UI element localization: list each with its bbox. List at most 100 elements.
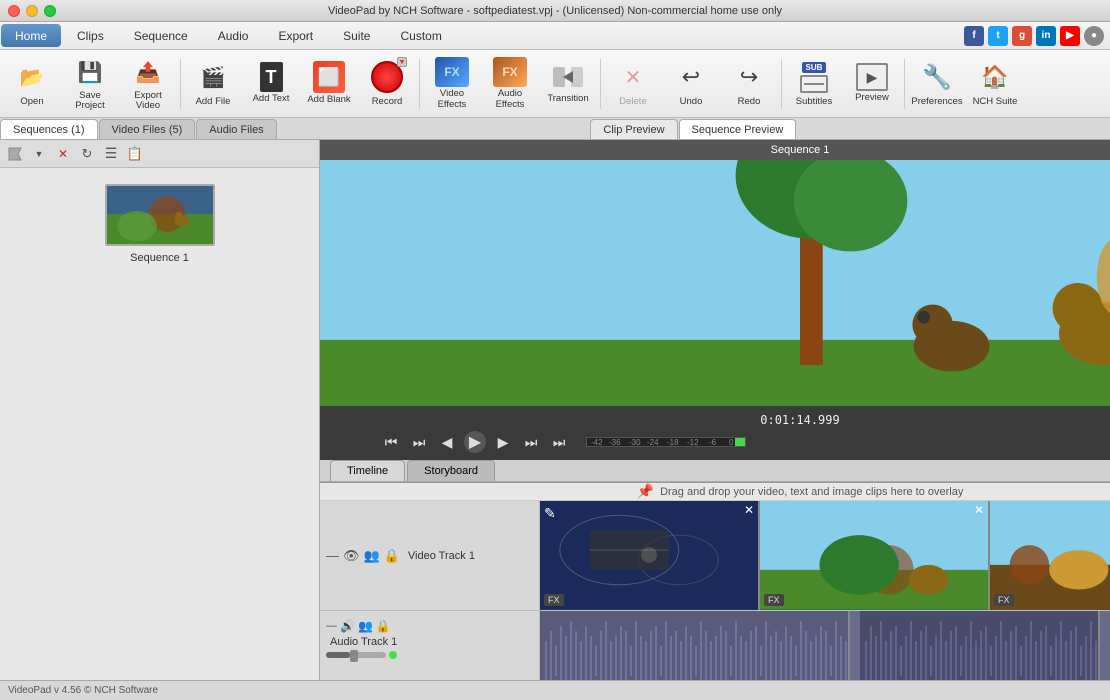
audio-track: — 🔊 👥 🔒 Audio Track 1 bbox=[320, 611, 1110, 680]
tab-sequences[interactable]: Sequences (1) bbox=[0, 119, 98, 139]
time-display: 0:01:14.999 bbox=[760, 413, 839, 427]
save-icon: 💾 bbox=[72, 56, 108, 89]
export-video-button[interactable]: 📤 Export Video bbox=[120, 54, 176, 114]
menu-clips[interactable]: Clips bbox=[63, 24, 118, 47]
left-content: Sequence 1 bbox=[0, 168, 319, 680]
audio-mute-icon[interactable]: 🔊 bbox=[340, 619, 355, 633]
toolbar-separator-4 bbox=[781, 59, 782, 109]
linkedin-icon[interactable]: in bbox=[1036, 26, 1056, 46]
save-project-button[interactable]: 💾 Save Project bbox=[62, 54, 118, 114]
preferences-label: Preferences bbox=[911, 97, 962, 107]
video-effects-button[interactable]: FX Video Effects bbox=[424, 54, 480, 114]
skip-to-start-button[interactable]: ⏮ bbox=[380, 431, 402, 453]
youtube-icon[interactable]: ▶ bbox=[1060, 26, 1080, 46]
record-button[interactable]: ▼ Record bbox=[359, 54, 415, 114]
audio-active-indicator bbox=[389, 651, 397, 659]
preview-panel: Sequence 1 bbox=[320, 140, 1110, 460]
audio-track-collapse[interactable]: — bbox=[326, 620, 337, 632]
prev-frame-button[interactable]: ⏭ bbox=[408, 431, 430, 453]
tab-video-files[interactable]: Video Files (5) bbox=[99, 119, 196, 139]
audio-volume-slider[interactable] bbox=[326, 652, 386, 658]
nch-suite-label: NCH Suite bbox=[973, 97, 1018, 107]
facebook-icon[interactable]: f bbox=[964, 26, 984, 46]
preview-area: Sequence 1 bbox=[320, 140, 1110, 460]
status-text: VideoPad v 4.56 © NCH Software bbox=[8, 685, 158, 696]
video-clip-3[interactable]: ✕ FX bbox=[990, 501, 1110, 610]
left-toolbar-delete[interactable]: ✕ bbox=[52, 143, 74, 165]
preferences-button[interactable]: 🔧 Preferences bbox=[909, 54, 965, 114]
audio-volume-thumb[interactable] bbox=[350, 650, 358, 662]
maximize-button[interactable] bbox=[44, 5, 56, 17]
menu-sequence[interactable]: Sequence bbox=[120, 24, 202, 47]
add-blank-label: Add Blank bbox=[307, 95, 350, 105]
right-area: Sequence 1 bbox=[320, 140, 1110, 680]
menu-export[interactable]: Export bbox=[264, 24, 327, 47]
left-toolbar-dropdown[interactable]: ▼ bbox=[28, 143, 50, 165]
transition-icon bbox=[551, 62, 585, 92]
tab-timeline[interactable]: Timeline bbox=[330, 460, 405, 481]
audio-track-controls: — 🔊 👥 🔒 Audio Track 1 bbox=[320, 611, 540, 680]
save-label: Save Project bbox=[64, 91, 116, 112]
menu-home[interactable]: Home bbox=[1, 24, 61, 47]
audio-people-icon[interactable]: 👥 bbox=[358, 619, 373, 633]
left-toolbar-clipboard[interactable]: 📋 bbox=[124, 143, 146, 165]
skip-to-end-button[interactable]: ⏭ bbox=[548, 431, 570, 453]
video-clip-1[interactable]: ✎ ✕ FX bbox=[540, 501, 760, 610]
menu-custom[interactable]: Custom bbox=[386, 24, 455, 47]
add-text-button[interactable]: T Add Text bbox=[243, 54, 299, 114]
audio-effects-button[interactable]: FX Audio Effects bbox=[482, 54, 538, 114]
minimize-button[interactable] bbox=[26, 5, 38, 17]
audio-lock-icon[interactable]: 🔒 bbox=[376, 619, 391, 633]
subtitles-button[interactable]: SUB Subtitles bbox=[786, 54, 842, 114]
audio-clip-2[interactable]: FX 🔊 🔗 bbox=[860, 611, 1100, 680]
play-button[interactable]: ▶ bbox=[464, 431, 486, 453]
clip2-close-button[interactable]: ✕ bbox=[974, 503, 984, 517]
sequence-thumbnail[interactable] bbox=[105, 184, 215, 246]
clip1-close-button[interactable]: ✕ bbox=[744, 503, 754, 517]
delete-button[interactable]: ✕ Delete bbox=[605, 54, 661, 114]
statusbar: VideoPad v 4.56 © NCH Software bbox=[0, 680, 1110, 700]
forward-button[interactable]: ▶ bbox=[492, 431, 514, 453]
clip2-fx-button[interactable]: FX bbox=[764, 594, 784, 606]
open-label: Open bbox=[20, 97, 43, 107]
clip3-fx-button[interactable]: FX bbox=[994, 594, 1014, 606]
track-lock-icon[interactable]: 🔒 bbox=[384, 548, 400, 564]
clip1-edit-icon[interactable]: ✎ bbox=[544, 505, 556, 522]
close-button[interactable] bbox=[8, 5, 20, 17]
left-toolbar-list[interactable]: ☰ bbox=[100, 143, 122, 165]
tab-clip-preview[interactable]: Clip Preview bbox=[590, 119, 677, 139]
track-eye-icon[interactable]: 👁 bbox=[343, 548, 360, 564]
tab-audio-files[interactable]: Audio Files bbox=[196, 119, 276, 139]
left-panel: ▼ ✕ ↻ ☰ 📋 bbox=[0, 140, 320, 680]
add-file-button[interactable]: 🎬 Add File bbox=[185, 54, 241, 114]
window-controls bbox=[8, 5, 56, 17]
next-frame-button[interactable]: ⏭ bbox=[520, 431, 542, 453]
track-people-icon[interactable]: 👥 bbox=[364, 548, 380, 564]
add-blank-button[interactable]: ⬜ Add Blank bbox=[301, 54, 357, 114]
left-toolbar-refresh[interactable]: ↻ bbox=[76, 143, 98, 165]
menu-audio[interactable]: Audio bbox=[204, 24, 263, 47]
menu-social-icons: f t g in ▶ ● bbox=[964, 22, 1110, 49]
nch-suite-button[interactable]: 🏠 NCH Suite bbox=[967, 54, 1023, 114]
timeline-ruler: 0:00:40.000 0:00:50.000 0:01:00.000 0:01… bbox=[320, 482, 1110, 483]
audio-clip-1[interactable]: FX 🔊 🔗 bbox=[540, 611, 850, 680]
transition-button[interactable]: Transition bbox=[540, 54, 596, 114]
track-collapse-icon[interactable]: — bbox=[326, 548, 339, 563]
volume-track[interactable]: -42 -36 -30 -24 -18 -12 -6 0 bbox=[586, 437, 746, 447]
tab-storyboard[interactable]: Storyboard bbox=[407, 460, 495, 481]
twitter-icon[interactable]: t bbox=[988, 26, 1008, 46]
preview-button[interactable]: ▶ Preview bbox=[844, 54, 900, 114]
video-clip-2[interactable]: ✕ FX bbox=[760, 501, 990, 610]
tab-sequence-preview[interactable]: Sequence Preview bbox=[679, 119, 797, 139]
delete-icon: ✕ bbox=[615, 59, 651, 95]
menu-suite[interactable]: Suite bbox=[329, 24, 384, 47]
open-button[interactable]: 📂 Open bbox=[4, 54, 60, 114]
nch-icon[interactable]: ● bbox=[1084, 26, 1104, 46]
overlay-hint-text: Drag and drop your video, text and image… bbox=[660, 486, 963, 498]
redo-button[interactable]: ↪ Redo bbox=[721, 54, 777, 114]
clip1-fx-button[interactable]: FX bbox=[544, 594, 564, 606]
undo-button[interactable]: ↩ Undo bbox=[663, 54, 719, 114]
googleplus-icon[interactable]: g bbox=[1012, 26, 1032, 46]
left-toolbar-flag[interactable] bbox=[4, 143, 26, 165]
rewind-button[interactable]: ◀ bbox=[436, 431, 458, 453]
